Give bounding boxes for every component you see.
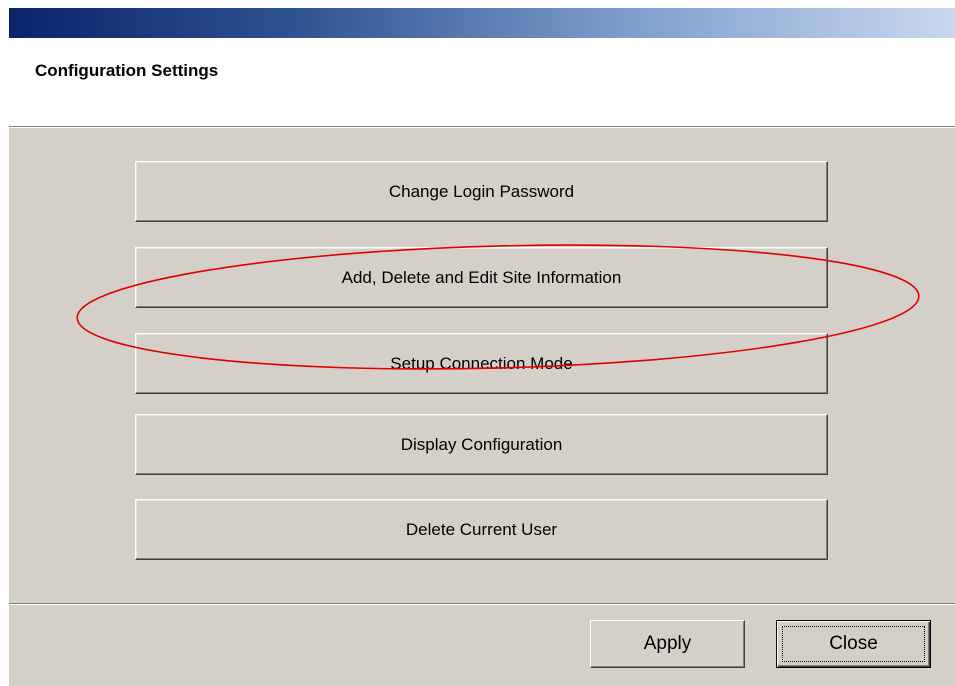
change-login-password-button[interactable]: Change Login Password	[135, 161, 828, 222]
header-divider	[9, 127, 955, 128]
edit-site-information-button[interactable]: Add, Delete and Edit Site Information	[135, 247, 828, 308]
display-configuration-button[interactable]: Display Configuration	[135, 414, 828, 475]
close-button[interactable]: Close	[776, 620, 931, 668]
dialog-header: Configuration Settings	[9, 38, 955, 127]
delete-current-user-button[interactable]: Delete Current User	[135, 499, 828, 560]
setup-connection-mode-button[interactable]: Setup Connection Mode	[135, 333, 828, 394]
dialog-title: Configuration Settings	[35, 61, 219, 80]
footer-divider	[9, 603, 955, 605]
title-bar[interactable]	[9, 8, 955, 38]
apply-button[interactable]: Apply	[590, 620, 745, 668]
configuration-dialog: Configuration Settings Change Login Pass…	[9, 8, 955, 686]
close-button-label: Close	[829, 633, 878, 654]
